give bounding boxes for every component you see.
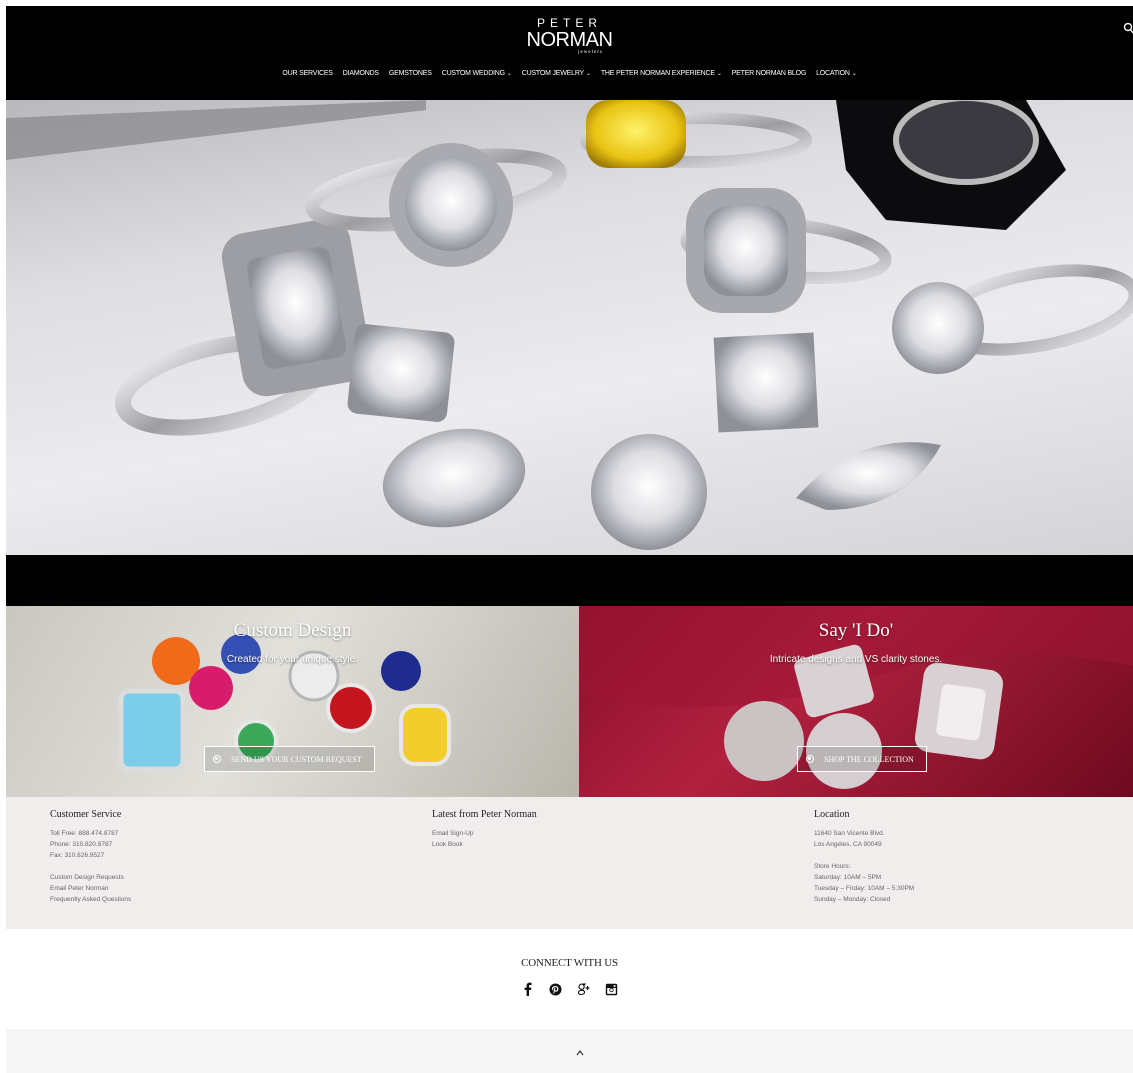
custom-design-subtitle: Created for your unique style. <box>226 654 359 665</box>
email-peter-norman-link[interactable]: Email Peter Norman <box>50 883 131 894</box>
shop-the-collection-button[interactable]: SHOP THE COLLECTION <box>797 746 927 772</box>
nav-label: PETER NORMAN BLOG <box>731 70 807 77</box>
nav-label: LOCATION <box>816 70 850 77</box>
nav-gemstones[interactable]: GEMSTONES <box>389 69 432 79</box>
nav-our-services[interactable]: OUR SERVICES <box>282 69 333 79</box>
address-line-1: 11640 San Vicente Blvd. <box>814 830 885 837</box>
search-icon[interactable] <box>1123 22 1133 34</box>
chevron-down-icon: ⌄ <box>851 71 857 77</box>
connect-title: CONNECT WITH US <box>521 957 618 969</box>
latest-column: Latest from Peter Norman Email Sign-Up L… <box>432 809 537 850</box>
chevron-down-icon: ⌄ <box>716 71 722 77</box>
say-i-do-tile[interactable]: Say 'I Do' Intricate designs and VS clar… <box>579 606 1133 797</box>
bottom-bar <box>6 1029 1133 1073</box>
nav-label: DIAMONDS <box>342 70 379 77</box>
look-book-link[interactable]: Look Book <box>432 839 537 850</box>
site-header: PETER NORMAN jewelers OUR SERVICES DIAMO… <box>6 6 1133 100</box>
nav-custom-wedding[interactable]: CUSTOM WEDDING ⌄ <box>442 69 512 79</box>
phone-line: Phone: 310.820.8787 <box>50 841 113 848</box>
location-heading: Location <box>814 809 850 820</box>
hours-sunday-monday: Sunday – Monday: Closed <box>814 896 891 903</box>
nav-peter-norman-experience[interactable]: THE PETER NORMAN EXPERIENCE ⌄ <box>601 69 722 79</box>
customer-service-column: Customer Service Toll Free: 888.474.8787… <box>50 809 131 905</box>
fax-line: Fax: 310.826.9527 <box>50 852 105 859</box>
chevron-down-icon: ⌄ <box>586 71 591 77</box>
custom-design-title: Custom Design <box>233 620 352 641</box>
button-label: SHOP THE COLLECTION <box>824 754 914 764</box>
logo[interactable]: PETER NORMAN jewelers <box>6 16 1133 56</box>
nav-label: OUR SERVICES <box>282 70 333 77</box>
button-label: SEND US YOUR CUSTOM REQUEST <box>231 754 362 764</box>
nav-location[interactable]: LOCATION ⌄ <box>816 69 857 79</box>
main-nav: OUR SERVICES DIAMONDS GEMSTONES CUSTOM W… <box>6 69 1133 79</box>
say-i-do-title: Say 'I Do' <box>818 620 894 641</box>
nav-label: GEMSTONES <box>388 70 432 77</box>
custom-design-requests-link[interactable]: Custom Design Requests <box>50 872 131 883</box>
hours-tuesday-friday: Tuesday – Friday: 10AM – 5:30PM <box>814 885 915 892</box>
toll-free-line: Toll Free: 888.474.8787 <box>50 830 119 837</box>
custom-design-tile[interactable]: Custom Design Created for your unique st… <box>6 606 579 797</box>
faq-link[interactable]: Frequently Asked Questions <box>50 894 131 905</box>
send-custom-request-button[interactable]: SEND US YOUR CUSTOM REQUEST <box>204 746 375 772</box>
pinterest-icon[interactable] <box>549 981 563 997</box>
nav-label: CUSTOM JEWELRY <box>521 70 585 77</box>
email-signup-link[interactable]: Email Sign-Up <box>432 828 537 839</box>
hero-image <box>6 100 1133 555</box>
connect-section: CONNECT WITH US <box>6 929 1133 1029</box>
store-hours-label: Store Hours: <box>814 863 851 870</box>
circle-icon <box>806 755 814 763</box>
chevron-down-icon: ⌄ <box>506 71 512 77</box>
scroll-top-icon[interactable] <box>576 1049 584 1057</box>
nav-diamonds[interactable]: DIAMONDS <box>343 69 379 79</box>
nav-label: THE PETER NORMAN EXPERIENCE <box>600 70 715 77</box>
hours-saturday: Saturday: 10AM – 5PM <box>814 874 882 881</box>
facebook-icon[interactable] <box>521 981 535 997</box>
nav-custom-jewelry[interactable]: CUSTOM JEWELRY ⌄ <box>522 69 591 79</box>
google-plus-icon[interactable] <box>577 981 591 997</box>
say-i-do-subtitle: Intricate designs and VS clarity stones. <box>769 654 943 665</box>
circle-icon <box>213 755 221 763</box>
social-links <box>6 981 1133 997</box>
rings-illustration <box>6 100 1133 550</box>
latest-heading: Latest from Peter Norman <box>432 809 537 820</box>
location-column: Location 11640 San Vicente Blvd. Los Ang… <box>814 809 914 905</box>
nav-peter-norman-blog[interactable]: PETER NORMAN BLOG <box>731 69 807 79</box>
logo-top-text: PETER <box>536 16 602 30</box>
page: PETER NORMAN jewelers OUR SERVICES DIAMO… <box>0 0 1133 1073</box>
footer-info: Customer Service Toll Free: 888.474.8787… <box>6 797 1133 929</box>
nav-label: CUSTOM WEDDING <box>441 70 505 77</box>
logo-main-text: NORMAN <box>526 29 613 51</box>
instagram-icon[interactable] <box>605 981 619 997</box>
customer-service-heading: Customer Service <box>50 809 122 820</box>
address-line-2: Los Angeles, CA 90049 <box>814 841 882 848</box>
hero-bottom-band <box>6 555 1133 606</box>
